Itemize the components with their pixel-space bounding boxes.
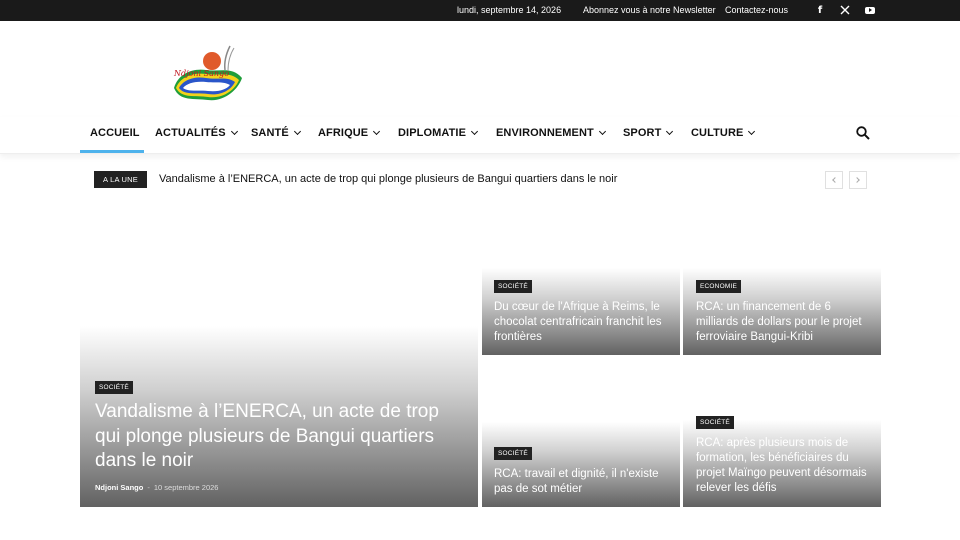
article-card[interactable]: SOCIÉTÉ RCA: après plusieurs mois de for… [683,358,881,507]
chevron-down-icon [293,127,301,136]
featured-article[interactable]: SOCIÉTÉ Vandalisme à l’ENERCA, un acte d… [80,200,478,507]
nav-item-environnement[interactable]: ENVIRONNEMENT [496,127,606,139]
chevron-down-icon [373,127,381,136]
ticker-headline[interactable]: Vandalisme à l’ENERCA, un acte de trop q… [159,173,617,185]
nav-item-actualites[interactable]: ACTUALITÉS [155,127,238,139]
nav-item-afrique[interactable]: AFRIQUE [318,127,381,139]
nav-item-sante[interactable]: SANTÉ [251,127,301,139]
category-badge[interactable]: SOCIÉTÉ [696,416,734,429]
article-title[interactable]: RCA: travail et dignité, il n'existe pas… [494,467,674,497]
article-card[interactable]: SOCIÉTÉ RCA: travail et dignité, il n'ex… [482,358,680,507]
article-card[interactable]: SOCIÉTÉ Du cœur de l'Afrique à Reims, le… [482,200,680,355]
ticker-badge: A LA UNE [94,171,147,188]
chevron-down-icon [470,127,479,136]
featured-meta: Ndjoni Sango -10 septembre 2026 [95,483,219,492]
facebook-icon[interactable]: f [813,3,827,17]
chevron-down-icon [598,127,606,136]
search-icon[interactable] [856,126,870,140]
article-title[interactable]: Du cœur de l'Afrique à Reims, le chocola… [494,300,674,345]
current-date: lundi, septembre 14, 2026 [457,5,562,15]
youtube-icon[interactable] [863,3,877,17]
category-badge[interactable]: SOCIÉTÉ [494,280,532,293]
chevron-right-icon [854,177,860,183]
nav-item-culture[interactable]: CULTURE [691,127,756,139]
nav-item-diplomatie[interactable]: DIPLOMATIE [398,127,479,139]
main-nav: ACCUEIL ACTUALITÉS SANTÉ AFRIQUE DIPLOMA… [0,117,960,154]
chevron-down-icon [230,127,238,136]
category-badge[interactable]: ECONOMIE [696,280,741,293]
x-icon[interactable] [838,3,852,17]
nav-item-accueil[interactable]: ACCUEIL [90,127,140,139]
author-name[interactable]: Ndjoni Sango [95,483,143,492]
ticker-next-button[interactable] [849,171,867,189]
top-bar: lundi, septembre 14, 2026 Abonnez vous à… [0,0,960,21]
logo-text: Ndjoni Sango [173,69,229,78]
category-badge[interactable]: SOCIÉTÉ [494,447,532,460]
chevron-left-icon [832,177,838,183]
publish-date: 10 septembre 2026 [153,483,219,492]
site-logo[interactable]: Ndjoni Sango [168,44,248,108]
nav-active-indicator [80,150,144,153]
chevron-down-icon [748,127,756,136]
category-badge[interactable]: SOCIÉTÉ [95,381,133,394]
nav-item-sport[interactable]: SPORT [623,127,674,139]
newsletter-link[interactable]: Abonnez vous à notre Newsletter [583,5,716,15]
article-title[interactable]: RCA: après plusieurs mois de formation, … [696,436,876,496]
ticker-prev-button[interactable] [825,171,843,189]
article-card[interactable]: ECONOMIE RCA: un financement de 6 millia… [683,200,881,355]
featured-title[interactable]: Vandalisme à l’ENERCA, un acte de trop q… [95,400,467,474]
chevron-down-icon [666,127,674,136]
article-title[interactable]: RCA: un financement de 6 milliards de do… [696,300,876,345]
contact-link[interactable]: Contactez-nous [725,5,788,15]
